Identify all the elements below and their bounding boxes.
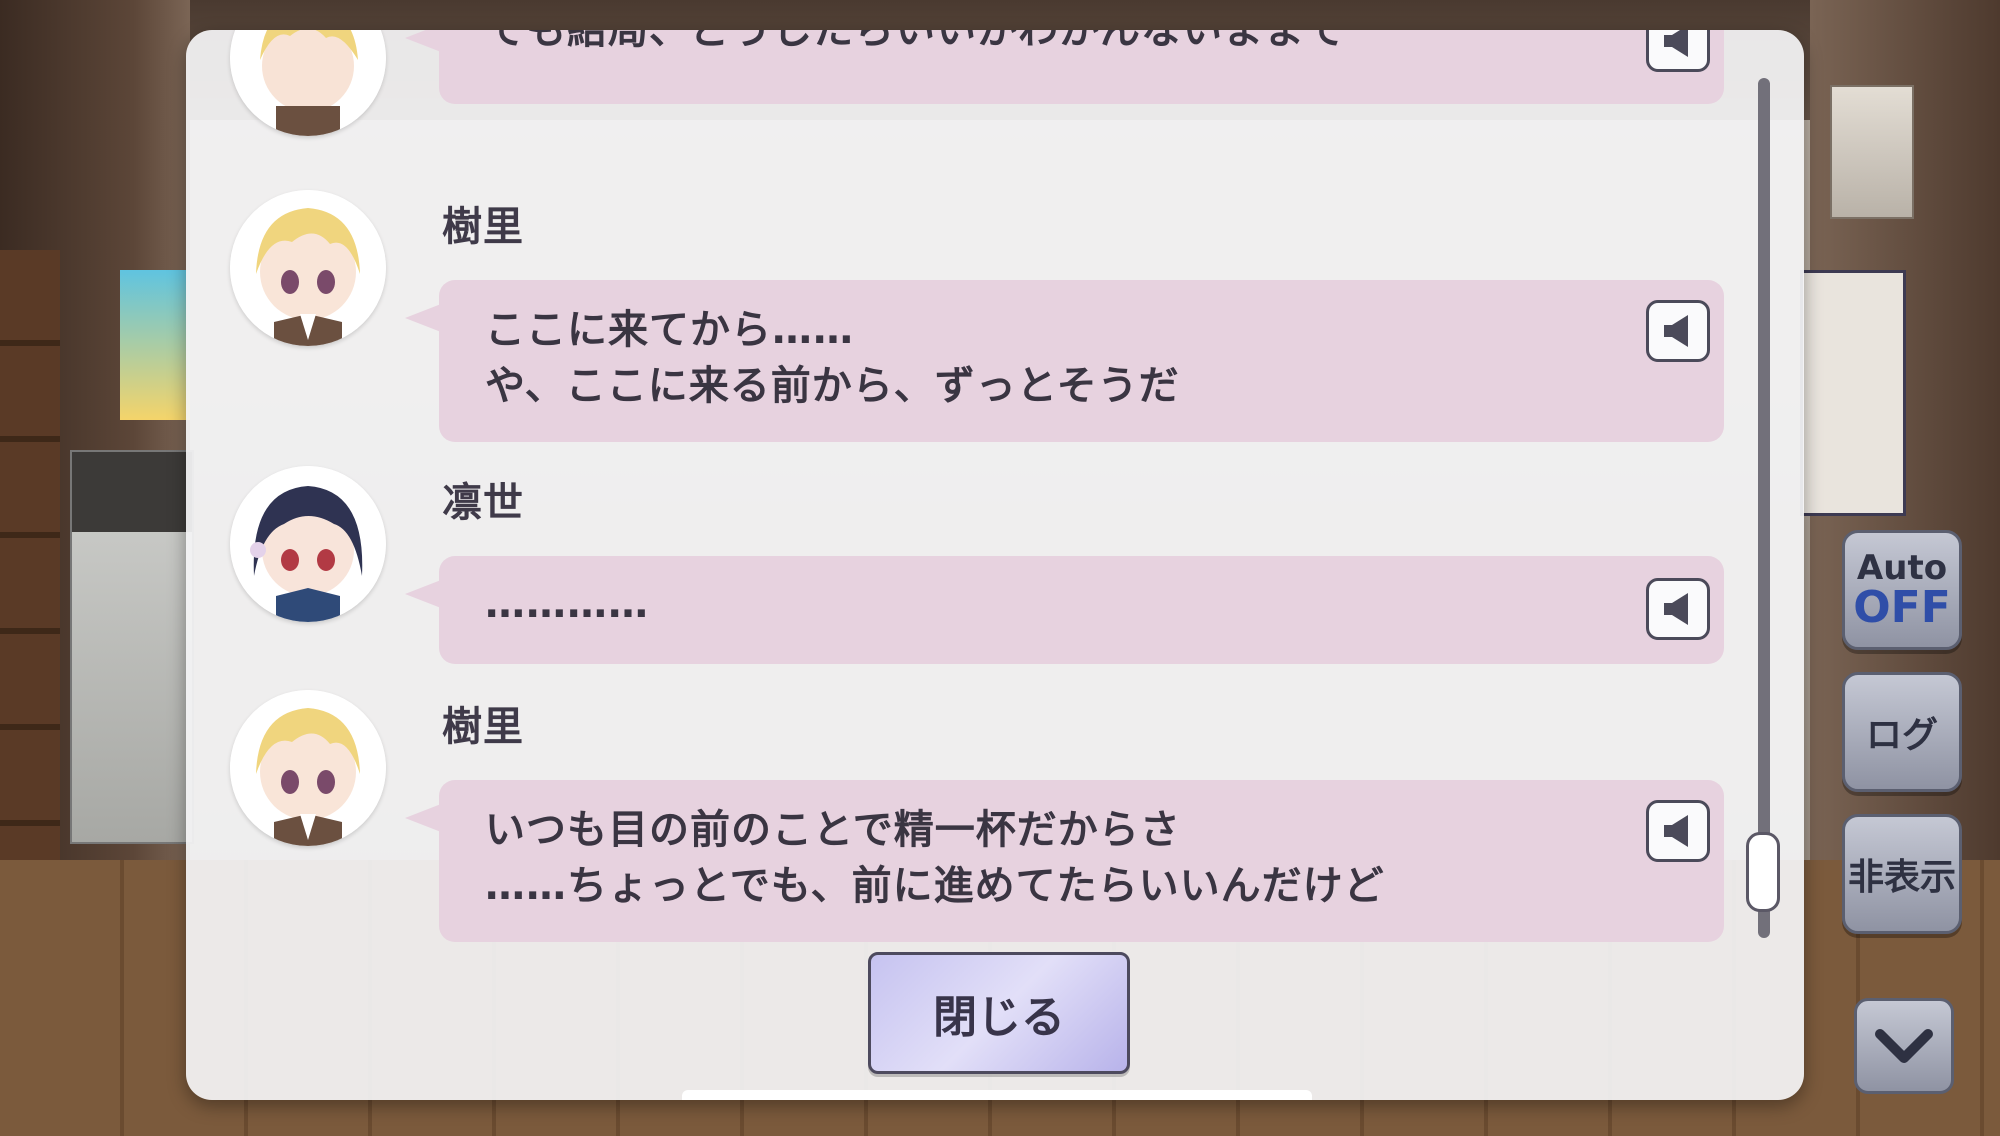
message-line-1: ここに来てから…… (485, 307, 854, 353)
air-conditioner (1830, 85, 1914, 219)
log-button[interactable]: ログ (1842, 672, 1962, 792)
juri-avatar (230, 190, 386, 346)
speaker-icon (1664, 30, 1688, 57)
message-bubble: いつも目の前のことで精一杯だからさ ……ちょっとでも、前に進めてたらいいんだけど (405, 780, 1724, 942)
message-bubble: ここに来てから…… や、ここに来る前から、ずっとそうだ (405, 280, 1724, 442)
log-label: ログ (1865, 715, 1938, 756)
whiteboard (1800, 270, 1906, 516)
speaker-name: 樹里 (442, 704, 524, 750)
speaker-name: 樹里 (442, 204, 524, 250)
chevron-down-icon (1875, 1029, 1933, 1063)
message-line: いつも目の前のことで精一杯だからさ ……ちょっとでも、前に進めてたらいいんだけど (485, 802, 1385, 914)
speaker-name: 凛世 (442, 480, 524, 526)
voice-replay-button[interactable] (1646, 578, 1710, 640)
auto-label: Auto (1856, 548, 1948, 588)
voice-replay-button[interactable] (1646, 30, 1710, 72)
message-line-2: ……ちょっとでも、前に進めてたらいいんだけど (485, 863, 1385, 909)
panel-bottom-tab (682, 1090, 1312, 1100)
message-bubble: ………… (405, 556, 1724, 664)
message-line: ………… (485, 581, 649, 627)
voice-replay-button[interactable] (1646, 300, 1710, 362)
message-line: でも結局、どうしたらいいかわかんないままで (485, 30, 1346, 53)
auto-button[interactable]: Auto OFF (1842, 530, 1962, 650)
message-line-2: や、ここに来る前から、ずっとそうだ (485, 363, 1180, 409)
speaker-icon (1664, 315, 1688, 347)
skip-down-button[interactable] (1854, 998, 1954, 1094)
juri-avatar (230, 690, 386, 846)
voice-replay-button[interactable] (1646, 800, 1710, 862)
wall-poster (120, 270, 190, 420)
hide-button[interactable]: 非表示 (1842, 814, 1962, 934)
message-line: ここに来てから…… や、ここに来る前から、ずっとそうだ (485, 302, 1180, 414)
rinze-avatar (230, 466, 386, 622)
scrollbar-track[interactable] (1758, 78, 1770, 938)
juri-avatar (230, 30, 386, 136)
speaker-icon (1664, 815, 1688, 847)
message-bubble: でも結局、どうしたらいいかわかんないままで (405, 30, 1724, 104)
message-line-1: いつも目の前のことで精一杯だからさ (485, 807, 1181, 853)
auto-state: OFF (1853, 582, 1951, 633)
speaker-icon (1664, 593, 1688, 625)
scrollbar-thumb[interactable] (1746, 832, 1780, 912)
refrigerator (70, 450, 194, 844)
close-button[interactable]: 閉じる (868, 952, 1130, 1074)
log-panel: でも結局、どうしたらいいかわかんないままで 樹里 ここに来てから…… や、ここに… (186, 30, 1804, 1100)
hide-label: 非表示 (1847, 857, 1956, 898)
